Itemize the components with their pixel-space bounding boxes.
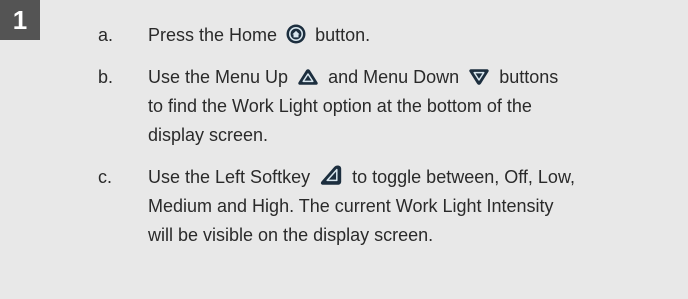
item-text: Use the Menu Up and Menu Down buttons to… <box>148 63 683 150</box>
item-text: Use the Left Softkey to toggle between, … <box>148 163 683 250</box>
instruction-item-c: c. Use the Left Softkey to toggle betwee… <box>98 163 683 250</box>
item-text: Press the Home button. <box>148 21 683 50</box>
instruction-item-b: b. Use the Menu Up and Menu Down buttons… <box>98 63 683 150</box>
text-line: will be visible on the display screen. <box>148 225 434 245</box>
left-softkey-button-icon <box>319 164 343 186</box>
menu-down-button-icon <box>468 68 490 86</box>
text-segment: Use the Left Softkey <box>148 167 311 187</box>
text-segment: and Menu Down <box>328 67 460 87</box>
text-segment: to toggle between, Off, Low, <box>352 167 575 187</box>
text-segment: Press the Home <box>148 25 278 45</box>
text-segment: button. <box>315 25 371 45</box>
item-marker: a. <box>98 25 114 45</box>
text-line: Medium and High. The current Work Light … <box>148 196 554 216</box>
step-number-badge: 1 <box>0 0 40 40</box>
text-line: display screen. <box>148 125 269 145</box>
text-line: to find the Work Light option at the bot… <box>148 96 532 116</box>
item-marker: c. <box>98 167 113 187</box>
home-button-icon <box>286 24 306 44</box>
text-segment: buttons <box>499 67 559 87</box>
instruction-item-a: a. Press the Home button. <box>98 21 683 50</box>
menu-up-button-icon <box>297 68 319 86</box>
step-number: 1 <box>12 4 28 35</box>
item-marker: b. <box>98 67 114 87</box>
text-segment: Use the Menu Up <box>148 67 289 87</box>
instruction-list: a. Press the Home button. b. Use the Men… <box>98 21 683 263</box>
